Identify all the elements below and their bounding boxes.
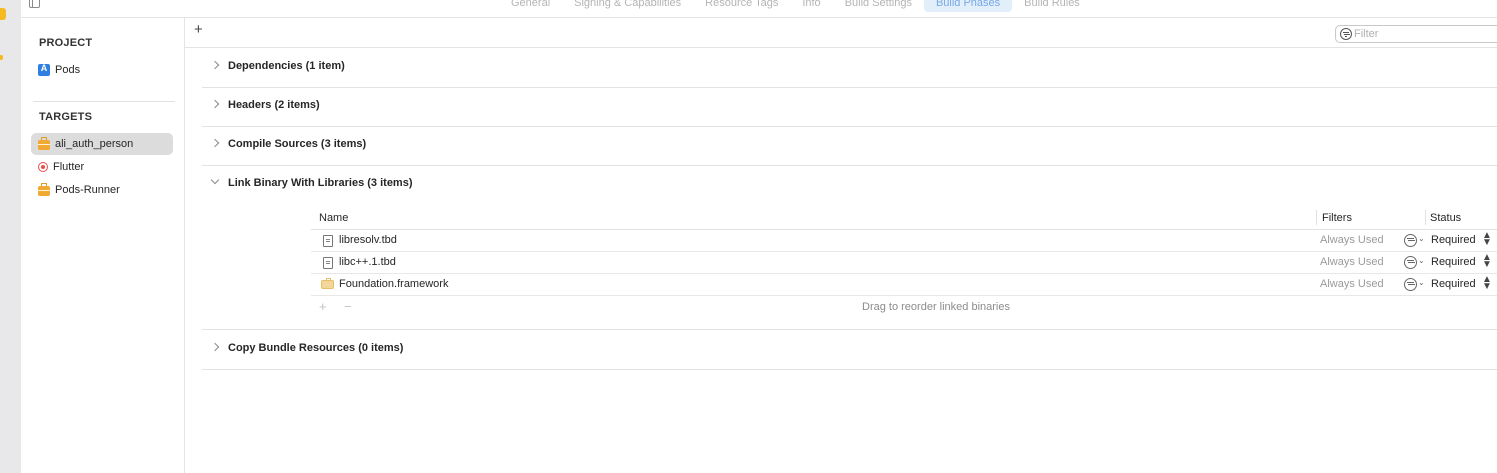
sidebar-item-flutter[interactable]: Flutter [31, 156, 173, 178]
tab-build-settings[interactable]: Build Settings [833, 0, 924, 12]
project-icon [38, 63, 50, 76]
phase-title: Dependencies (1 item) [228, 60, 345, 72]
library-name: Foundation.framework [339, 278, 449, 290]
navigator-strip [0, 0, 22, 473]
warning-indicator-small-icon [0, 55, 3, 60]
target-icon [38, 162, 48, 172]
chevron-right-icon[interactable] [210, 60, 220, 70]
sidebar-item-label: Flutter [53, 161, 85, 173]
phase-title: Copy Bundle Resources (0 items) [228, 342, 404, 354]
chevron-right-icon[interactable] [210, 138, 220, 148]
editor-tabs: General Signing & Capabilities Resource … [499, 0, 1092, 12]
library-status[interactable]: Required [1431, 278, 1476, 290]
chevron-down-icon[interactable]: ⌄ [1418, 256, 1425, 265]
build-phases-editor: + Dependencies (1 item) Headers (2 items… [185, 18, 1497, 473]
editor-tab-bar: General Signing & Capabilities Resource … [21, 0, 1497, 18]
warning-indicator-icon [0, 8, 6, 20]
tab-general[interactable]: General [499, 0, 562, 12]
sidebar-divider [33, 101, 175, 102]
project-section-header: PROJECT [39, 37, 93, 49]
sidebar-item-pods-runner[interactable]: Pods-Runner [31, 179, 173, 201]
sidebar-item-label: Pods-Runner [55, 184, 120, 196]
sidebar-toggle-icon[interactable] [29, 0, 40, 8]
sidebar-item-pods[interactable]: Pods [31, 59, 173, 81]
sidebar-item-label: Pods [55, 64, 81, 76]
column-separator[interactable] [1425, 210, 1426, 225]
table-row[interactable]: libresolv.tbd Always Used ⌄ Required ▲ ▼ [311, 230, 1497, 252]
column-header-filters[interactable]: Filters [1322, 212, 1352, 224]
file-icon [323, 235, 333, 247]
reorder-hint: Drag to reorder linked binaries [862, 301, 1010, 313]
sidebar-item-label: ali_auth_person [55, 138, 134, 150]
briefcase-icon [38, 136, 50, 150]
phase-link-binary[interactable]: Link Binary With Libraries (3 items) [202, 165, 1497, 204]
library-status[interactable]: Required [1431, 256, 1476, 268]
phase-copy-bundle-resources[interactable]: Copy Bundle Resources (0 items) [202, 330, 1497, 370]
chevron-right-icon[interactable] [210, 342, 220, 352]
library-filters: Always Used [1320, 234, 1384, 246]
filter-menu-icon[interactable] [1404, 278, 1417, 291]
filter-field[interactable] [1335, 25, 1497, 43]
filter-menu-icon[interactable] [1404, 256, 1417, 269]
phase-headers[interactable]: Headers (2 items) [202, 87, 1497, 127]
chevron-down-icon[interactable]: ⌄ [1418, 278, 1425, 287]
tab-signing-capabilities[interactable]: Signing & Capabilities [562, 0, 693, 12]
filter-menu-icon[interactable] [1404, 234, 1417, 247]
phase-dependencies[interactable]: Dependencies (1 item) [202, 48, 1497, 88]
linked-libraries-table: Name Filters Status libresolv.tbd Always… [311, 207, 1497, 318]
stepper-updown-icon[interactable]: ▲ ▼ [1482, 231, 1492, 248]
stepper-updown-icon[interactable]: ▲ ▼ [1482, 253, 1492, 270]
framework-icon [321, 278, 334, 289]
phase-title: Compile Sources (3 items) [228, 138, 367, 150]
add-library-button[interactable]: + [319, 299, 327, 314]
filter-icon [1340, 28, 1352, 40]
tab-info[interactable]: Info [790, 0, 832, 12]
library-filters: Always Used [1320, 278, 1384, 290]
phase-compile-sources[interactable]: Compile Sources (3 items) [202, 126, 1497, 166]
library-name: libresolv.tbd [339, 234, 397, 246]
tab-build-phases[interactable]: Build Phases [923, 0, 1013, 12]
briefcase-icon [38, 182, 50, 196]
table-row[interactable]: Foundation.framework Always Used ⌄ Requi… [311, 274, 1497, 296]
column-separator[interactable] [1316, 210, 1317, 225]
filter-input[interactable] [1354, 26, 1494, 42]
table-footer: Drag to reorder linked binaries + − [311, 296, 1497, 318]
column-header-name[interactable]: Name [319, 212, 348, 224]
phase-title: Link Binary With Libraries (3 items) [228, 177, 413, 189]
chevron-down-icon[interactable]: ⌄ [1418, 234, 1425, 243]
tab-resource-tags[interactable]: Resource Tags [693, 0, 790, 12]
file-icon [323, 257, 333, 269]
remove-library-button[interactable]: − [344, 299, 352, 314]
column-header-status[interactable]: Status [1430, 212, 1461, 224]
phase-title: Headers (2 items) [228, 99, 320, 111]
project-target-sidebar: PROJECT Pods TARGETS ali_auth_person Flu… [21, 18, 185, 473]
chevron-right-icon[interactable] [210, 99, 220, 109]
library-status[interactable]: Required [1431, 234, 1476, 246]
tab-build-rules[interactable]: Build Rules [1012, 0, 1092, 12]
table-row[interactable]: libc++.1.tbd Always Used ⌄ Required ▲ ▼ [311, 252, 1497, 274]
sidebar-item-ali-auth-person[interactable]: ali_auth_person [31, 133, 173, 155]
chevron-down-icon[interactable] [210, 175, 220, 185]
targets-section-header: TARGETS [39, 111, 93, 123]
table-header: Name Filters Status [311, 207, 1497, 230]
library-name: libc++.1.tbd [339, 256, 396, 268]
stepper-updown-icon[interactable]: ▲ ▼ [1482, 275, 1492, 292]
add-build-phase-button[interactable]: + [194, 22, 203, 37]
library-filters: Always Used [1320, 256, 1384, 268]
